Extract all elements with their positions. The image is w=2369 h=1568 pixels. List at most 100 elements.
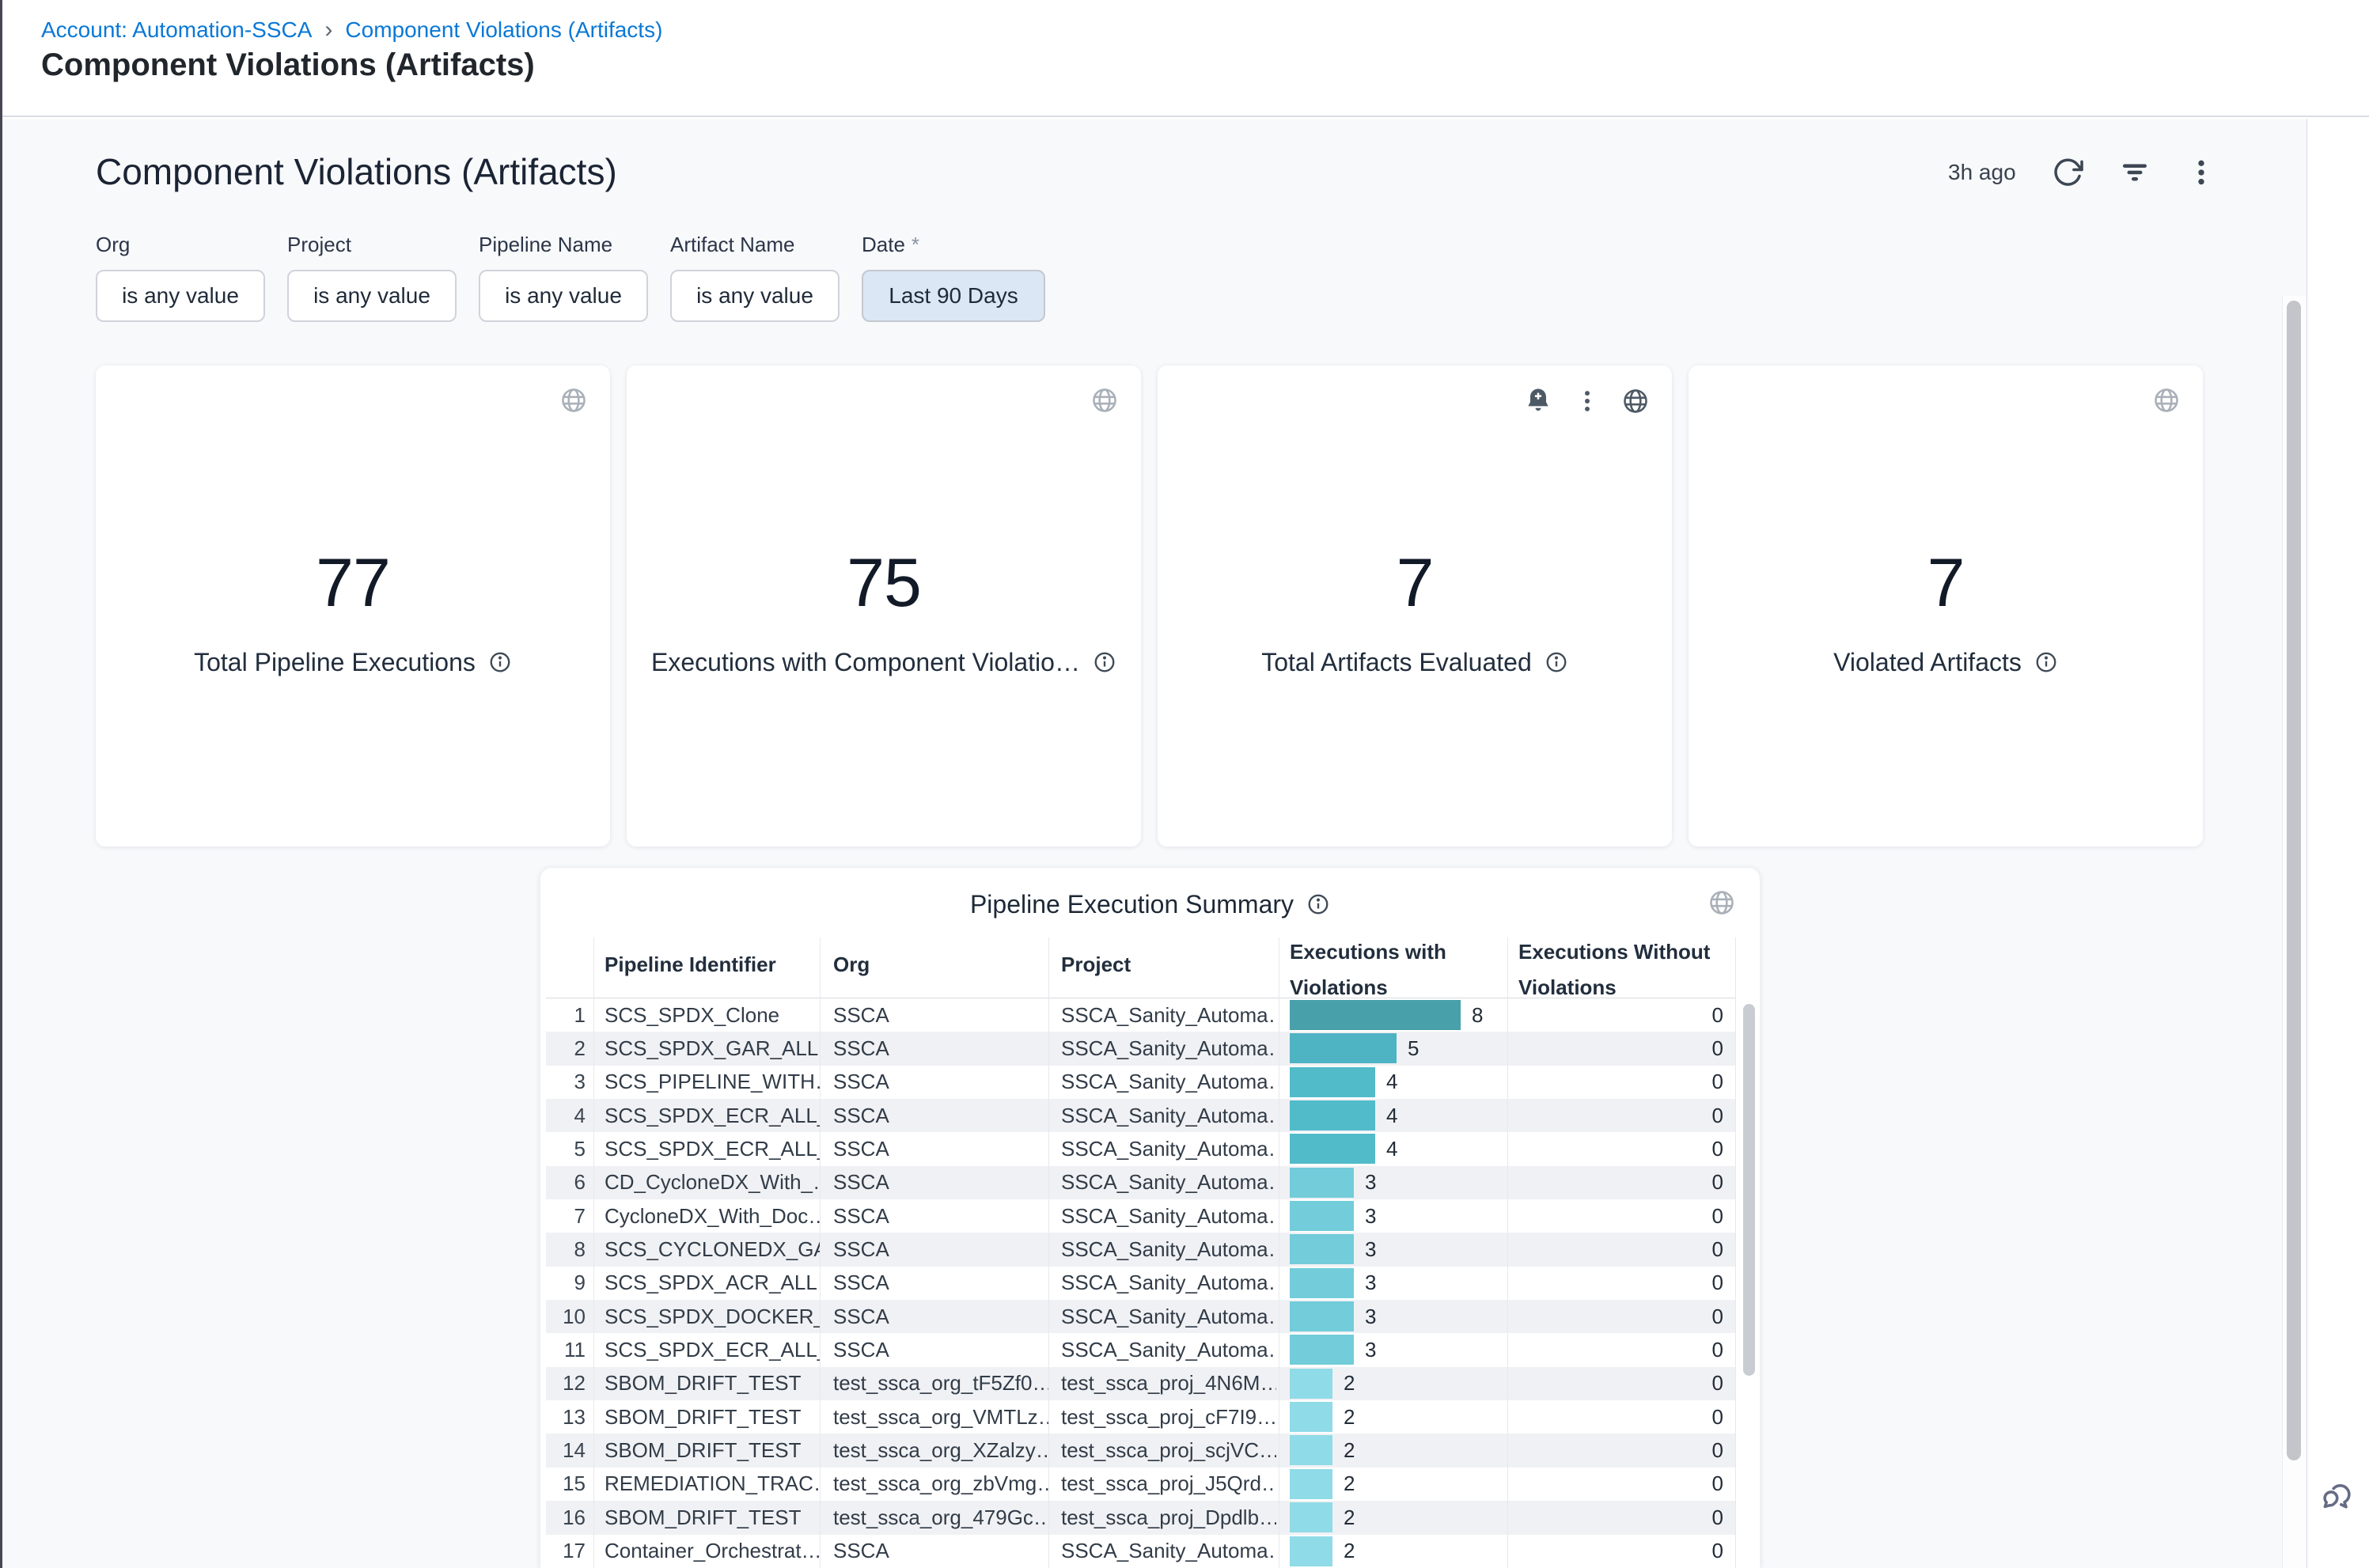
stat-value: 77 [96,549,610,617]
table-row[interactable]: 15REMEDIATION_TRAC…test_ssca_org_zbVmg…t… [546,1468,1735,1501]
column-header-project[interactable]: Project [1061,951,1275,978]
executions-with-violations-bar[interactable] [1290,1201,1354,1231]
executions-with-violations-bar[interactable] [1290,1234,1354,1264]
filter-pipeline-name-value-button[interactable]: is any value [479,270,648,322]
filter-icon [2117,155,2152,190]
column-header-org[interactable]: Org [833,951,1043,978]
globe-icon[interactable] [1621,387,1650,415]
row-number: 4 [546,1099,586,1132]
executions-with-violations-value: 3 [1365,1199,1376,1233]
table-row[interactable]: 16SBOM_DRIFT_TESTtest_ssca_org_479Gc…tes… [546,1501,1735,1534]
chat-help-button[interactable] [2318,1476,2356,1514]
table-body: 1SCS_SPDX_CloneSSCASSCA_Sanity_Automa…80… [540,998,1760,1568]
page-header: Account: Automation-SSCA › Component Vio… [0,0,2369,117]
executions-with-violations-bar[interactable] [1290,1000,1461,1030]
cell-project: SSCA_Sanity_Automa… [1061,1535,1276,1568]
executions-with-violations-bar[interactable] [1290,1536,1332,1566]
executions-with-violations-bar[interactable] [1290,1067,1375,1097]
dashboard-controls: 3h ago [1948,155,2217,190]
table-row[interactable]: 2SCS_SPDX_GAR_ALL…SSCASSCA_Sanity_Automa… [546,1032,1735,1065]
more-menu-button[interactable] [2185,157,2217,188]
table-row[interactable]: 5SCS_SPDX_ECR_ALL_…SSCASSCA_Sanity_Autom… [546,1132,1735,1165]
page-scrollbar-track[interactable] [2282,296,2306,1568]
stat-label: Total Artifacts Evaluated [1261,647,1532,677]
table-row[interactable]: 3SCS_PIPELINE_WITH…SSCASSCA_Sanity_Autom… [546,1066,1735,1099]
kebab-menu-icon[interactable] [1574,388,1601,415]
refresh-button[interactable] [2051,156,2084,189]
column-header-pipeline-identifier[interactable]: Pipeline Identifier [605,951,814,978]
breadcrumb-current-link[interactable]: Component Violations (Artifacts) [345,17,662,43]
stat-card-violated-artifacts: 7Violated Artifacts [1689,365,2203,846]
executions-with-violations-bar[interactable] [1290,1469,1332,1499]
info-icon[interactable] [2034,650,2058,674]
executions-with-violations-bar[interactable] [1290,1369,1332,1399]
globe-icon[interactable] [559,386,588,415]
cell-project: test_ssca_proj_scjVC… [1061,1434,1276,1467]
table-row[interactable]: 17Container_Orchestrat…SSCASSCA_Sanity_A… [546,1535,1735,1568]
cell-pipeline-identifier: Container_Orchestrat… [605,1535,820,1568]
executions-with-violations-bar[interactable] [1290,1435,1332,1465]
executions-with-violations-bar[interactable] [1290,1134,1375,1164]
filter-bar: Orgis any valueProjectis any valuePipeli… [96,233,1045,322]
page-scrollbar-thumb[interactable] [2287,301,2301,1460]
table-row[interactable]: 8SCS_CYCLONEDX_GA…SSCASSCA_Sanity_Automa… [546,1233,1735,1266]
cell-executions-without-violations: 0 [1519,1535,1723,1568]
table-row[interactable]: 13SBOM_DRIFT_TESTtest_ssca_org_VMTLz…tes… [546,1400,1735,1434]
bell-add-icon[interactable] [1523,386,1553,416]
executions-with-violations-bar[interactable] [1290,1301,1354,1331]
dashboard-filters-button[interactable] [2117,155,2152,190]
executions-with-violations-bar[interactable] [1290,1100,1375,1131]
cell-org: SSCA [833,1535,1048,1568]
cell-pipeline-identifier: SBOM_DRIFT_TEST [605,1434,820,1467]
info-icon[interactable] [1306,892,1330,916]
stat-label: Executions with Component Violatio… [651,647,1080,677]
executions-with-violations-value: 2 [1344,1468,1355,1501]
cell-project: test_ssca_proj_Dpdlb… [1061,1501,1276,1534]
executions-with-violations-bar[interactable] [1290,1502,1332,1532]
info-icon[interactable] [1093,650,1116,674]
executions-with-violations-bar[interactable] [1290,1168,1354,1198]
cell-project: SSCA_Sanity_Automa… [1061,998,1276,1032]
globe-icon[interactable] [1708,888,1736,917]
executions-with-violations-value: 2 [1344,1434,1355,1467]
table-scrollbar-thumb[interactable] [1743,1004,1755,1376]
table-row[interactable]: 10SCS_SPDX_DOCKER_…SSCASSCA_Sanity_Autom… [546,1300,1735,1333]
filter-label: Project [287,233,457,257]
column-divider [1735,937,1736,1568]
stat-cards-row: 77Total Pipeline Executions75Executions … [96,365,2203,846]
page-title: Component Violations (Artifacts) [41,47,535,83]
executions-with-violations-value: 4 [1386,1066,1397,1099]
globe-icon[interactable] [2152,386,2181,415]
table-row[interactable]: 11SCS_SPDX_ECR_ALL_…SSCASSCA_Sanity_Auto… [546,1333,1735,1366]
table-row[interactable]: 9SCS_SPDX_ACR_ALL…SSCASSCA_Sanity_Automa… [546,1267,1735,1300]
executions-with-violations-bar[interactable] [1290,1033,1397,1063]
filter-label: Artifact Name [670,233,840,257]
column-header-executions-with-violations[interactable]: Executions with Violations [1290,934,1480,1006]
column-header-executions-without-violations[interactable]: Executions Without Violations [1518,934,1726,1006]
executions-with-violations-bar[interactable] [1290,1335,1354,1365]
table-row[interactable]: 7CycloneDX_With_Doc…SSCASSCA_Sanity_Auto… [546,1199,1735,1233]
filter-date-value-button[interactable]: Last 90 Days [862,270,1045,322]
table-row[interactable]: 1SCS_SPDX_CloneSSCASSCA_Sanity_Automa…80 [546,998,1735,1032]
table-row[interactable]: 12SBOM_DRIFT_TESTtest_ssca_org_tF5Zf0…te… [546,1367,1735,1400]
executions-with-violations-bar[interactable] [1290,1402,1332,1432]
column-divider [593,937,594,1568]
row-number: 8 [546,1233,586,1266]
breadcrumb-account-link[interactable]: Account: Automation-SSCA [41,17,312,43]
cell-org: SSCA [833,1233,1048,1266]
cell-executions-without-violations: 0 [1519,1300,1723,1333]
filter-org-value-button[interactable]: is any value [96,270,265,322]
row-number: 5 [546,1132,586,1165]
filter-artifact-name-value-button[interactable]: is any value [670,270,840,322]
cell-project: SSCA_Sanity_Automa… [1061,1032,1276,1065]
info-icon[interactable] [488,650,512,674]
table-row[interactable]: 14SBOM_DRIFT_TESTtest_ssca_org_XZalzy…te… [546,1434,1735,1467]
stat-label-row: Total Pipeline Executions [96,647,610,677]
filter-project-value-button[interactable]: is any value [287,270,457,322]
cell-executions-without-violations: 0 [1519,1066,1723,1099]
info-icon[interactable] [1545,650,1568,674]
executions-with-violations-bar[interactable] [1290,1268,1354,1298]
globe-icon[interactable] [1090,386,1119,415]
table-row[interactable]: 4SCS_SPDX_ECR_ALL_…SSCASSCA_Sanity_Autom… [546,1099,1735,1132]
table-row[interactable]: 6CD_CycloneDX_With_…SSCASSCA_Sanity_Auto… [546,1166,1735,1199]
